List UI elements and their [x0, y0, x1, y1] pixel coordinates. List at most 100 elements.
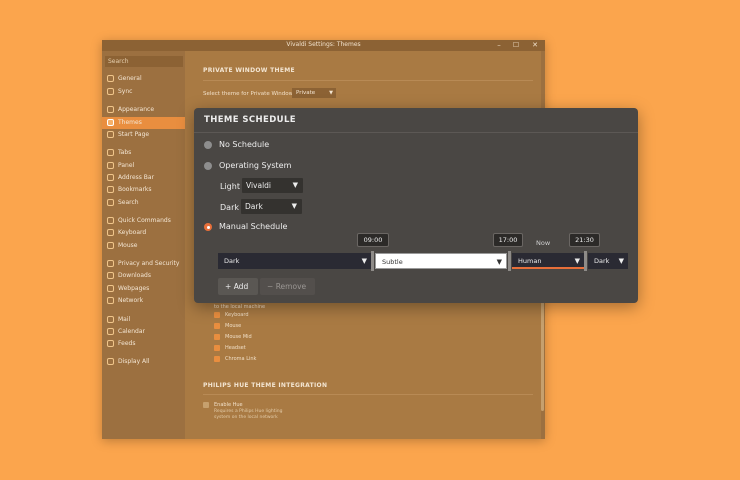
- sidebar-item-bookmarks[interactable]: Bookmarks: [102, 184, 185, 196]
- panel-icon: [107, 162, 114, 169]
- chevron-down-icon: ▼: [291, 202, 297, 210]
- schedule-timeline: Dark ▼ Subtle ▼ Human ▼ Dark ▼: [218, 251, 628, 271]
- sidebar-item-display-all[interactable]: Display All: [102, 356, 185, 368]
- hue-description-line-2: system on the local network: [214, 415, 278, 420]
- sidebar: Search General Sync Appearance Themes St…: [102, 51, 185, 439]
- quick-commands-icon: [107, 217, 114, 224]
- sidebar-item-keyboard[interactable]: Keyboard: [102, 227, 185, 239]
- appearance-icon: [107, 106, 114, 113]
- enable-hue-checkbox[interactable]: [203, 402, 209, 408]
- feeds-icon: [107, 340, 114, 347]
- chevron-down-icon: ▼: [361, 257, 367, 265]
- headset-checkbox-label: Headset: [225, 345, 246, 351]
- search-icon: [107, 199, 114, 206]
- sidebar-item-mouse[interactable]: Mouse: [102, 240, 185, 252]
- mouse-mat-checkbox-label: Mouse Mid: [225, 334, 252, 340]
- timeline-segment-dark[interactable]: Dark ▼: [218, 253, 371, 269]
- manual-schedule-radio[interactable]: [204, 223, 212, 231]
- maximize-icon[interactable]: ☐: [508, 40, 524, 51]
- theme-schedule-dialog: THEME SCHEDULE No Schedule Operating Sys…: [194, 108, 638, 303]
- chevron-down-icon: ▼: [618, 257, 624, 265]
- mouse-checkbox-label: Mouse: [225, 323, 242, 329]
- sidebar-item-mail[interactable]: Mail: [102, 314, 185, 326]
- tabs-icon: [107, 149, 114, 156]
- hue-integration-heading: PHILIPS HUE THEME INTEGRATION: [203, 382, 328, 389]
- dialog-divider: [194, 132, 638, 133]
- remove-button[interactable]: − Remove: [260, 278, 315, 295]
- dark-theme-select[interactable]: Dark ▼: [241, 199, 302, 214]
- time-badge-1700[interactable]: 17:00: [493, 233, 523, 247]
- mouse-icon: [107, 242, 114, 249]
- plus-icon: +: [225, 282, 232, 291]
- chevron-down-icon: ▼: [496, 258, 502, 266]
- themes-icon: [107, 119, 114, 126]
- time-badge-0900[interactable]: 09:00: [357, 233, 389, 247]
- light-label: Light: [220, 182, 240, 191]
- private-theme-select[interactable]: Private ▼: [292, 88, 336, 98]
- timeline-handle-2130[interactable]: [584, 251, 587, 271]
- private-window-theme-heading: PRIVATE WINDOW THEME: [203, 67, 295, 74]
- timeline-segment-human[interactable]: Human ▼: [512, 253, 584, 269]
- sidebar-item-downloads[interactable]: Downloads: [102, 270, 185, 282]
- add-button[interactable]: + Add: [218, 278, 258, 295]
- title-bar[interactable]: Vivaldi Settings: Themes – ☐ ✕: [102, 40, 545, 51]
- light-theme-select[interactable]: Vivaldi ▼: [242, 178, 303, 193]
- sync-icon: [107, 88, 114, 95]
- general-icon: [107, 75, 114, 82]
- webpages-icon: [107, 285, 114, 292]
- sidebar-item-themes[interactable]: Themes: [102, 117, 185, 129]
- now-label: Now: [536, 239, 551, 247]
- address-bar-icon: [107, 174, 114, 181]
- sidebar-item-feeds[interactable]: Feeds: [102, 338, 185, 350]
- sidebar-item-webpages[interactable]: Webpages: [102, 283, 185, 295]
- sidebar-item-panel[interactable]: Panel: [102, 160, 185, 172]
- sidebar-item-start-page[interactable]: Start Page: [102, 129, 185, 141]
- sidebar-item-sync[interactable]: Sync: [102, 86, 185, 98]
- section-divider: [203, 80, 533, 81]
- sidebar-item-quick-commands[interactable]: Quick Commands: [102, 215, 185, 227]
- sidebar-item-general[interactable]: General: [102, 73, 185, 85]
- sidebar-item-appearance[interactable]: Appearance: [102, 104, 185, 116]
- inputs-note: to the local machine: [214, 304, 266, 310]
- hue-description-line-1: Requires a Philips Hue lighting: [214, 409, 283, 414]
- mouse-mat-checkbox[interactable]: [214, 334, 220, 340]
- headset-checkbox[interactable]: [214, 345, 220, 351]
- network-icon: [107, 297, 114, 304]
- timeline-segment-subtle[interactable]: Subtle ▼: [375, 253, 507, 269]
- mouse-checkbox[interactable]: [214, 323, 220, 329]
- display-all-icon: [107, 358, 114, 365]
- no-schedule-label[interactable]: No Schedule: [219, 140, 269, 149]
- no-schedule-radio[interactable]: [204, 141, 212, 149]
- sidebar-search-input[interactable]: Search: [105, 56, 183, 67]
- privacy-icon: [107, 260, 114, 267]
- sidebar-item-address-bar[interactable]: Address Bar: [102, 172, 185, 184]
- keyboard-checkbox[interactable]: [214, 312, 220, 318]
- chevron-down-icon: ▼: [292, 181, 298, 189]
- dark-label: Dark: [220, 203, 239, 212]
- operating-system-label[interactable]: Operating System: [219, 161, 291, 170]
- timeline-handle-0900[interactable]: [371, 251, 374, 271]
- bookmarks-icon: [107, 186, 114, 193]
- calendar-icon: [107, 328, 114, 335]
- sidebar-item-tabs[interactable]: Tabs: [102, 147, 185, 159]
- minimize-icon[interactable]: –: [491, 40, 507, 51]
- sidebar-item-calendar[interactable]: Calendar: [102, 326, 185, 338]
- keyboard-icon: [107, 229, 114, 236]
- sidebar-item-search[interactable]: Search: [102, 197, 185, 209]
- time-badge-2130[interactable]: 21:30: [569, 233, 600, 247]
- window-title: Vivaldi Settings: Themes: [286, 41, 361, 48]
- start-page-icon: [107, 131, 114, 138]
- timeline-handle-1700[interactable]: [508, 251, 511, 271]
- timeline-segment-dark-night[interactable]: Dark ▼: [588, 253, 628, 269]
- manual-schedule-label[interactable]: Manual Schedule: [219, 222, 287, 231]
- sidebar-item-network[interactable]: Network: [102, 295, 185, 307]
- operating-system-radio[interactable]: [204, 162, 212, 170]
- enable-hue-label: Enable Hue: [214, 402, 243, 408]
- close-icon[interactable]: ✕: [527, 40, 543, 51]
- minus-icon: −: [267, 282, 274, 291]
- downloads-icon: [107, 272, 114, 279]
- sidebar-item-privacy[interactable]: Privacy and Security: [102, 258, 185, 270]
- chroma-link-checkbox[interactable]: [214, 356, 220, 362]
- chevron-down-icon: ▼: [329, 90, 333, 96]
- dialog-title: THEME SCHEDULE: [204, 115, 297, 125]
